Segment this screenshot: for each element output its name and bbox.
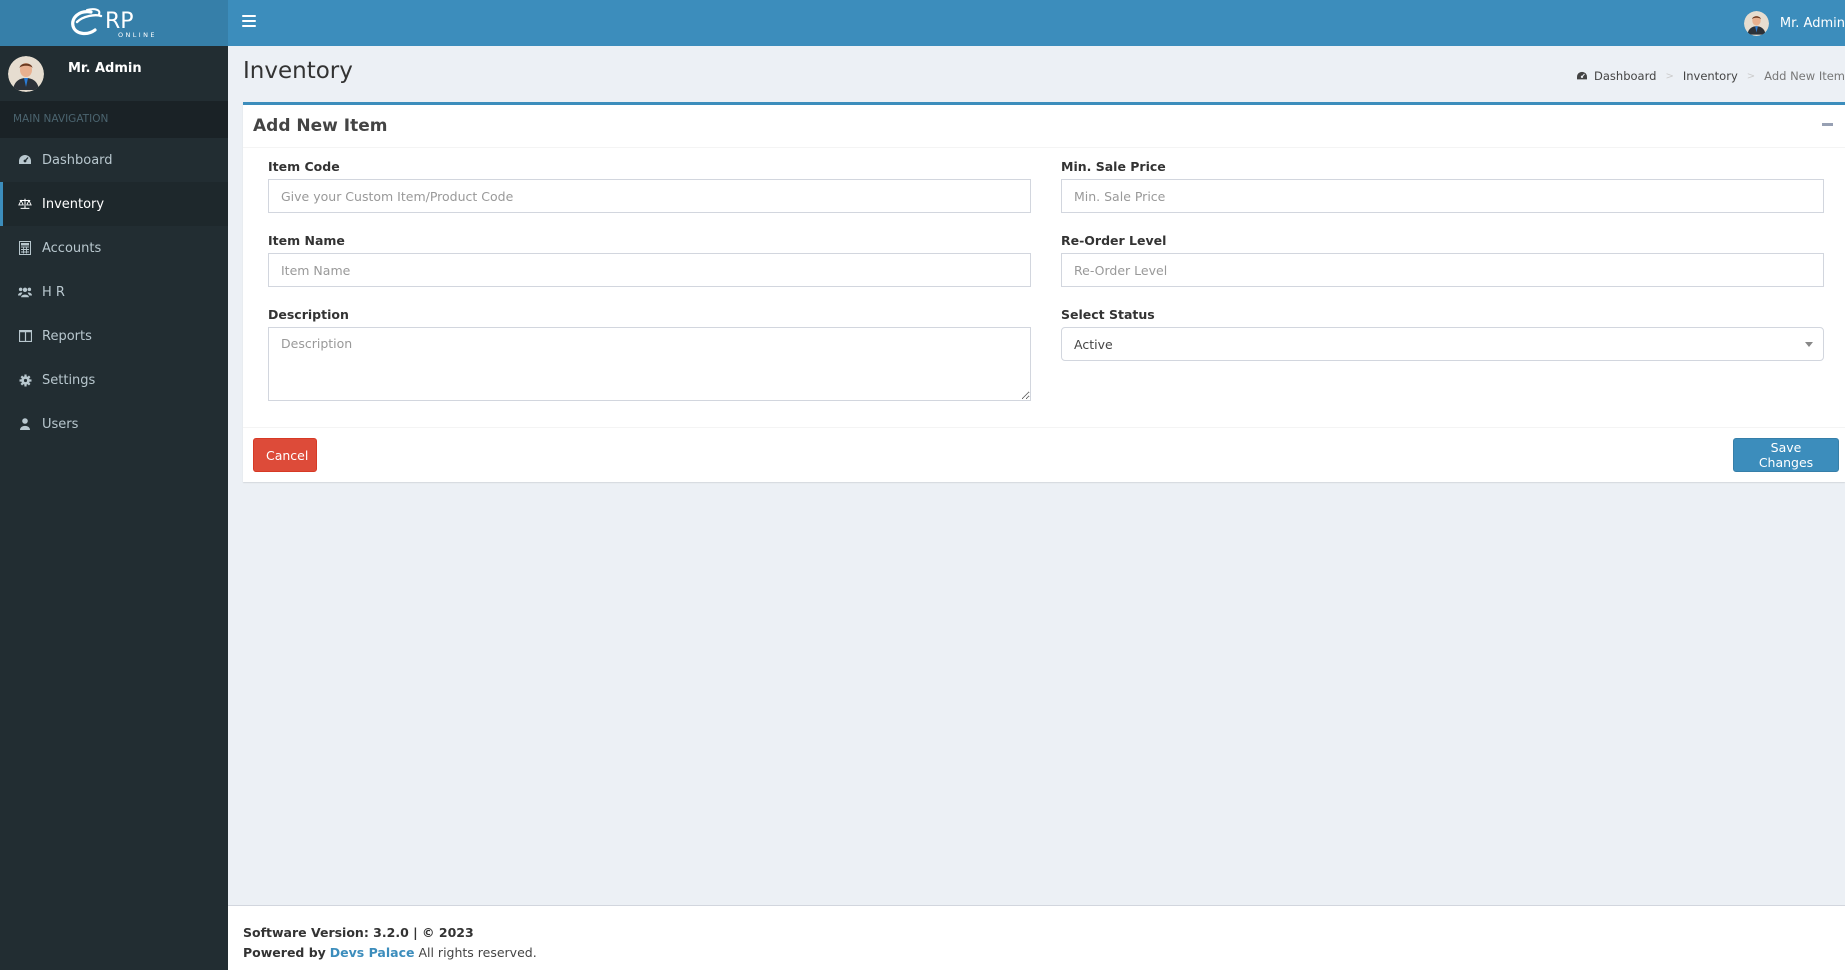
add-item-form-box: Add New Item Item Code Item Name Descrip… xyxy=(243,102,1845,482)
sidebar-item-label: Users xyxy=(42,416,79,432)
box-footer: Cancel Save Changes xyxy=(243,427,1845,482)
sidebar-item-label: Accounts xyxy=(42,240,102,256)
reorder-level-input[interactable] xyxy=(1061,253,1824,287)
page-footer: Software Version: 3.2.0 | © 2023 Powered… xyxy=(228,905,1845,970)
save-changes-button[interactable]: Save Changes xyxy=(1733,438,1839,472)
form-column-right: Re-Order Level xyxy=(1061,233,1824,287)
reorder-level-label: Re-Order Level xyxy=(1061,233,1167,248)
sidebar-user-name: Mr. Admin xyxy=(68,61,142,76)
form-column-left: Description xyxy=(268,307,1031,401)
columns-icon xyxy=(18,329,32,343)
powered-by-label: Powered by xyxy=(243,945,326,960)
avatar xyxy=(1743,10,1769,36)
item-code-label: Item Code xyxy=(268,159,340,174)
item-name-input[interactable] xyxy=(268,253,1031,287)
sidebar-item-dashboard[interactable]: Dashboard xyxy=(0,138,228,182)
sidebar-item-users[interactable]: Users xyxy=(0,402,228,446)
breadcrumb: Dashboard > Inventory > Add New Item xyxy=(1576,69,1845,83)
form-column-left: Item Name xyxy=(268,233,1031,287)
breadcrumb-separator: > xyxy=(1746,70,1756,82)
logo-subtext: ONLINE xyxy=(118,31,157,39)
status-select-value: Active xyxy=(1074,336,1113,352)
nav-section-header: MAIN NAVIGATION xyxy=(0,101,228,138)
breadcrumb-separator: > xyxy=(1665,70,1674,82)
cancel-button[interactable]: Cancel xyxy=(253,438,317,472)
sidebar-item-label: Inventory xyxy=(42,196,105,212)
calculator-icon xyxy=(18,241,32,255)
box-title: Add New Item xyxy=(253,116,388,136)
min-sale-price-label: Min. Sale Price xyxy=(1061,159,1166,174)
item-name-label: Item Name xyxy=(268,233,345,248)
sidebar-item-label: Settings xyxy=(42,372,96,388)
navbar-user-menu[interactable]: Mr. Admin xyxy=(1743,0,1845,46)
balance-scale-icon xyxy=(18,197,32,211)
sidebar-item-settings[interactable]: Settings xyxy=(0,358,228,402)
erp-logo-icon: RP ONLINE xyxy=(71,8,157,39)
user-avatar-icon xyxy=(8,55,44,92)
breadcrumb-dashboard-link[interactable]: Dashboard xyxy=(1594,69,1656,83)
dashboard-icon xyxy=(1576,71,1588,81)
software-version: Software Version: 3.2.0 | © 2023 xyxy=(243,925,474,940)
navbar-user-name: Mr. Admin xyxy=(1779,15,1845,31)
item-code-input[interactable] xyxy=(268,179,1031,213)
collapse-minus-icon[interactable] xyxy=(1822,123,1833,126)
status-label: Select Status xyxy=(1061,307,1155,322)
gear-icon xyxy=(18,373,32,387)
breadcrumb-current: Add New Item xyxy=(1764,69,1845,83)
company-link[interactable]: Devs Palace xyxy=(330,945,415,960)
form-column-right: Min. Sale Price xyxy=(1061,159,1824,213)
user-icon xyxy=(18,417,32,431)
sidebar-item-label: H R xyxy=(42,284,65,300)
sidebar-item-label: Dashboard xyxy=(42,152,113,168)
hamburger-icon[interactable] xyxy=(242,14,256,28)
status-select[interactable]: Active xyxy=(1061,327,1824,361)
app-logo[interactable]: RP ONLINE xyxy=(0,0,228,46)
box-header: Add New Item xyxy=(243,105,1845,148)
avatar xyxy=(8,55,44,92)
min-sale-price-input[interactable] xyxy=(1061,179,1824,213)
description-textarea[interactable] xyxy=(268,327,1031,401)
dashboard-icon xyxy=(18,153,32,167)
top-navbar: Mr. Admin xyxy=(228,0,1845,46)
sidebar-item-accounts[interactable]: Accounts xyxy=(0,226,228,270)
sidebar-item-hr[interactable]: H R xyxy=(0,270,228,314)
sidebar-item-reports[interactable]: Reports xyxy=(0,314,228,358)
form-column-left: Item Code xyxy=(268,159,1031,213)
user-panel: Mr. Admin xyxy=(0,46,228,101)
sidebar-item-inventory[interactable]: Inventory xyxy=(0,182,228,226)
users-group-icon xyxy=(18,285,32,299)
sidebar-item-label: Reports xyxy=(42,328,92,344)
user-avatar-icon xyxy=(1743,10,1769,36)
description-label: Description xyxy=(268,307,349,322)
page-title: Inventory xyxy=(243,58,353,84)
form-column-right: Select Status Active xyxy=(1061,307,1824,361)
chevron-down-icon xyxy=(1805,341,1813,347)
sidebar: Mr. Admin MAIN NAVIGATION Dashboard Inve… xyxy=(0,46,228,970)
breadcrumb-inventory-link[interactable]: Inventory xyxy=(1683,69,1738,83)
rights-text: All rights reserved. xyxy=(418,945,537,960)
